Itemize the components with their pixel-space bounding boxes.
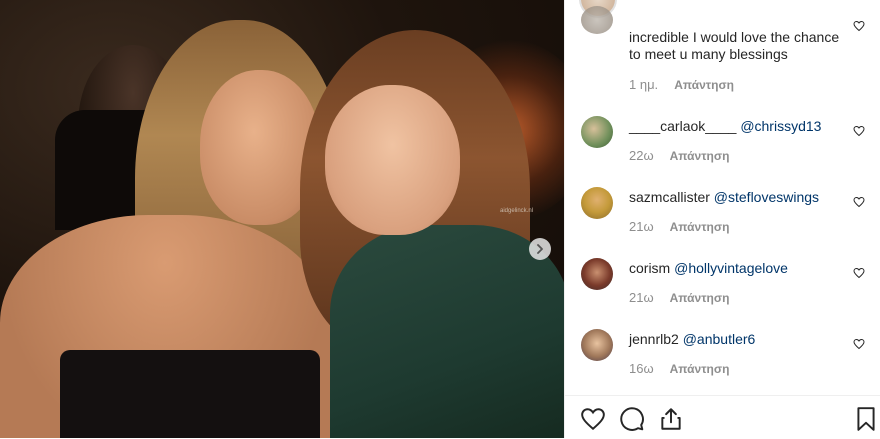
comment-time[interactable]: 16ω	[629, 361, 654, 376]
commenter-avatar[interactable]	[581, 329, 613, 361]
comment-time[interactable]: 1 ημ.	[629, 77, 658, 92]
comment-icon[interactable]	[619, 406, 645, 432]
comment-username[interactable]: corism	[629, 260, 670, 276]
comment-username[interactable]: ____carlaok____	[629, 118, 736, 134]
comment-meta: 21ω Απάντηση	[629, 290, 729, 305]
share-icon[interactable]	[658, 406, 684, 432]
post-header	[565, 0, 880, 18]
comment-time[interactable]: 22ω	[629, 148, 654, 163]
comment-mention[interactable]: @chrissyd13	[740, 118, 821, 134]
right-woman-jacket	[330, 225, 564, 438]
commenter-avatar[interactable]	[581, 258, 613, 290]
comment-meta: 21ω Απάντηση	[629, 219, 729, 234]
left-woman-dress	[60, 350, 320, 438]
comment-meta: 16ω Απάντηση	[629, 361, 729, 376]
right-woman-face	[325, 85, 460, 235]
reply-button[interactable]: Απάντηση	[670, 291, 730, 305]
commenter-avatar[interactable]	[581, 6, 613, 34]
comment-text: corism @hollyvintagelove	[629, 260, 845, 277]
reply-button[interactable]: Απάντηση	[670, 220, 730, 234]
photo-watermark: aidgelinck.nl	[500, 208, 534, 214]
comment-time[interactable]: 21ω	[629, 290, 654, 305]
comment-mention[interactable]: @stefloveswings	[714, 189, 819, 205]
comment-text: incredible I would love the chance to me…	[629, 29, 840, 62]
reply-button[interactable]: Απάντηση	[674, 78, 734, 92]
comments-panel: incredible I would love the chance to me…	[564, 0, 880, 438]
comment-meta: 22ω Απάντηση	[629, 148, 729, 163]
heart-icon[interactable]	[853, 196, 865, 208]
commenter-avatar[interactable]	[581, 116, 613, 148]
comment-meta: 1 ημ. Απάντηση	[629, 77, 734, 92]
post-photo: aidgelinck.nl	[0, 0, 564, 438]
post-actions-bar	[565, 395, 880, 439]
comment-text: ____carlaok____ @chrissyd13	[629, 118, 845, 135]
bookmark-icon[interactable]	[853, 406, 879, 432]
comment-username[interactable]: sazmcallister	[629, 189, 710, 205]
comment-mention[interactable]: @hollyvintagelove	[674, 260, 788, 276]
commenter-avatar[interactable]	[581, 187, 613, 219]
heart-icon[interactable]	[853, 338, 865, 350]
comment-text: sazmcallister @stefloveswings	[629, 189, 845, 206]
heart-icon[interactable]	[853, 125, 865, 137]
heart-icon[interactable]	[853, 20, 865, 32]
reply-button[interactable]: Απάντηση	[670, 362, 730, 376]
heart-icon[interactable]	[580, 406, 606, 432]
comment-mention[interactable]: @anbutler6	[683, 331, 756, 347]
comment-text: jennrlb2 @anbutler6	[629, 331, 845, 348]
chevron-right-icon	[537, 244, 543, 254]
next-photo-button[interactable]	[529, 238, 551, 260]
reply-button[interactable]: Απάντηση	[670, 149, 730, 163]
comment-time[interactable]: 21ω	[629, 219, 654, 234]
heart-icon[interactable]	[853, 267, 865, 279]
comment-username[interactable]: jennrlb2	[629, 331, 679, 347]
